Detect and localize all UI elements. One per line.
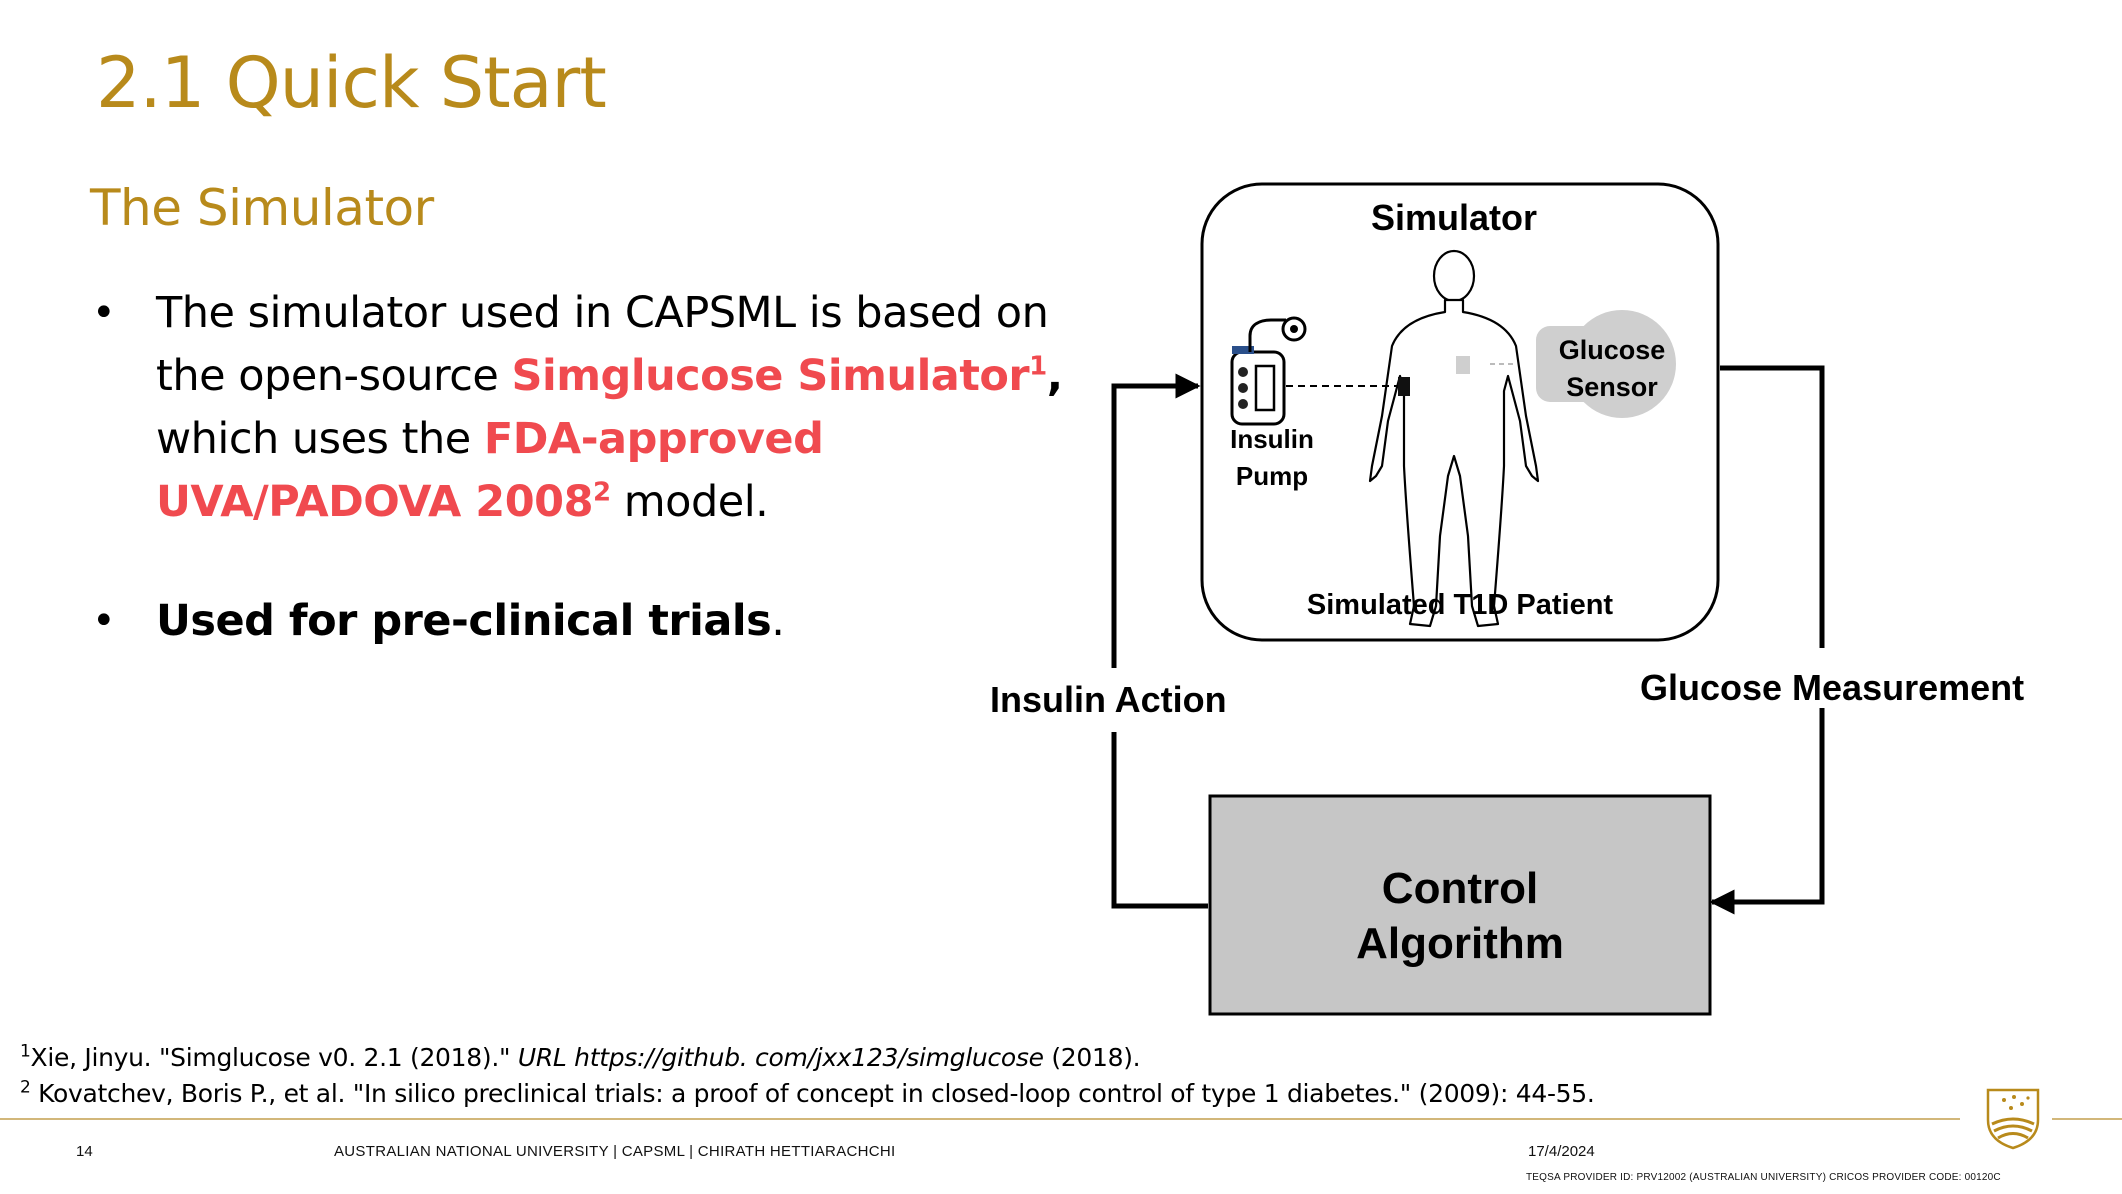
- bullet-line: UVA/PADOVA 20082 model.: [156, 477, 769, 527]
- footer-divider: [0, 1118, 1960, 1120]
- pump-label-line1: Insulin: [1230, 424, 1314, 454]
- control-label-line1: Control: [1382, 864, 1538, 913]
- bullet-line: which uses the FDA-approved: [156, 414, 824, 464]
- bullet-list: • The simulator used in CAPSML is based …: [90, 282, 1100, 653]
- fda-highlight: FDA-approved: [483, 414, 824, 464]
- bullet-line: Used for pre-clinical trials.: [156, 596, 785, 646]
- page-number: 14: [76, 1143, 93, 1160]
- slide-title: 2.1 Quick Start: [96, 42, 607, 124]
- footer-credits: AUSTRALIAN NATIONAL UNIVERSITY | CAPSML …: [334, 1143, 896, 1160]
- sensor-label-line1: Glucose: [1559, 335, 1666, 365]
- bullet-item: • Used for pre-clinical trials.: [90, 590, 1100, 653]
- patient-label: Simulated T1D Patient: [1307, 589, 1614, 621]
- bullet-dot-icon: •: [92, 598, 116, 644]
- bullet-line: The simulator used in CAPSML is based on: [156, 288, 1049, 338]
- footer-date: 17/4/2024: [1528, 1143, 1595, 1160]
- pump-label-line2: Pump: [1236, 461, 1308, 491]
- footer-divider-right: [2052, 1118, 2122, 1120]
- glucose-measurement-label: Glucose Measurement: [1640, 667, 2024, 708]
- simglucose-highlight: Simglucose Simulator1: [511, 351, 1048, 401]
- insulin-action-arrow: [1111, 732, 1208, 909]
- glucose-measurement-arrow-upper: [1720, 365, 1825, 648]
- insulin-action-label: Insulin Action: [990, 679, 1227, 720]
- sensor-label-line2: Sensor: [1566, 372, 1658, 402]
- slide-subtitle: The Simulator: [90, 179, 434, 237]
- simulator-diagram: Simulator Insulin Pump Glucose Sensor Si…: [990, 182, 2024, 1016]
- control-label-line2: Algorithm: [1356, 919, 1564, 968]
- teqsa-notice: TEQSA PROVIDER ID: PRV12002 (AUSTRALIAN …: [1526, 1172, 2001, 1183]
- footnote-2: 2 Kovatchev, Boris P., et al. "In silico…: [20, 1077, 1595, 1108]
- bullet-line: the open-source Simglucose Simulator1,: [156, 351, 1063, 401]
- glucose-measurement-arrow-lower: [1709, 708, 1825, 915]
- infusion-site-marker: [1398, 377, 1410, 396]
- insulin-action-arrow-upper: [1111, 373, 1201, 668]
- bullet-dot-icon: •: [92, 290, 116, 336]
- uva-padova-highlight: UVA/PADOVA 20082: [156, 477, 611, 527]
- bullet-item: • The simulator used in CAPSML is based …: [90, 282, 1100, 534]
- anu-crest-icon: [1986, 1088, 2040, 1150]
- footnote-url: URL https://github. com/jxx123/simglucos…: [517, 1043, 1044, 1072]
- footnotes: 1Xie, Jinyu. "Simglucose v0. 2.1 (2018).…: [20, 1040, 1720, 1112]
- footnote-1: 1Xie, Jinyu. "Simglucose v0. 2.1 (2018).…: [20, 1041, 1141, 1072]
- simulator-label: Simulator: [1371, 197, 1537, 238]
